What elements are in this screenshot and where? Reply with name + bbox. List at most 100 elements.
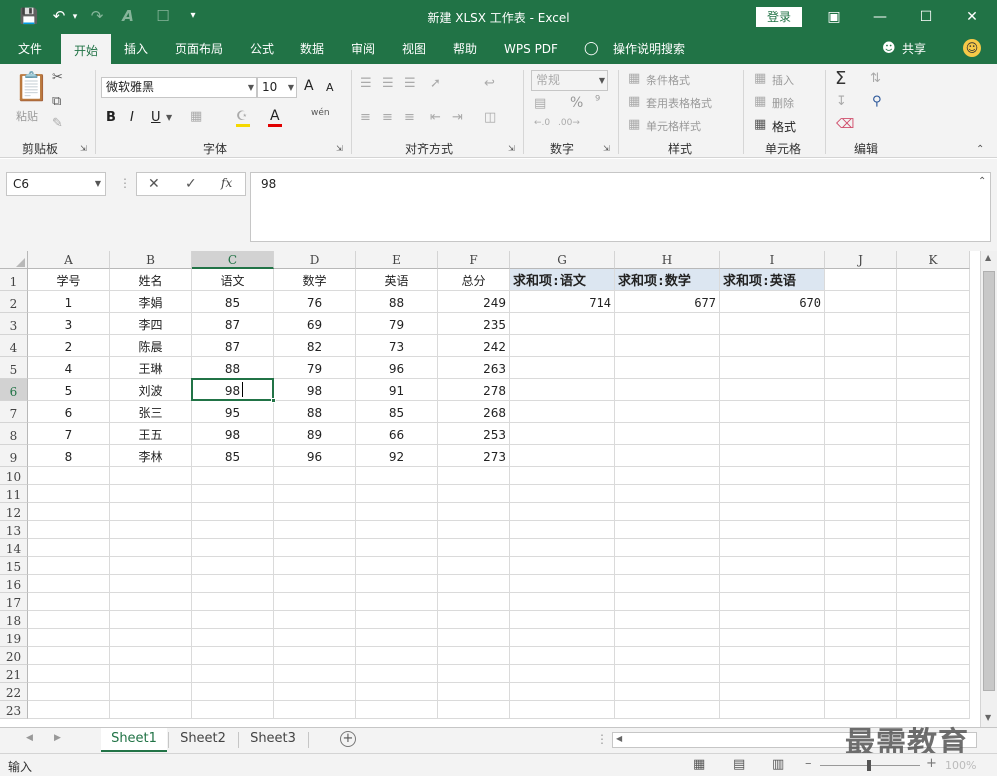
borders-icon[interactable]: ▦ <box>190 109 202 124</box>
increase-indent-icon[interactable]: ⇥ <box>452 110 463 125</box>
cell-b9[interactable]: 李林 <box>110 445 191 466</box>
zoom-in-icon[interactable]: + <box>926 756 937 771</box>
cell-d5[interactable]: 79 <box>274 357 355 378</box>
pivot-value-h[interactable]: 677 <box>615 291 719 312</box>
page-break-view-icon[interactable]: ▥ <box>772 757 784 772</box>
cell-f8[interactable]: 253 <box>438 423 509 444</box>
cut-icon[interactable]: ✂ <box>52 70 63 85</box>
cell-a4[interactable]: 2 <box>28 335 109 356</box>
row-header-5[interactable]: 5 <box>0 357 28 379</box>
comma-button[interactable]: ⁹ <box>595 94 600 109</box>
row-header-6[interactable]: 6 <box>0 379 28 401</box>
cell-a9[interactable]: 8 <box>28 445 109 466</box>
cell-a3[interactable]: 3 <box>28 313 109 334</box>
new-sheet-icon[interactable]: + <box>340 731 356 747</box>
tab-file[interactable]: 文件 <box>8 34 52 64</box>
tab-view[interactable]: 视图 <box>394 34 434 64</box>
align-top-icon[interactable]: ☰ <box>360 76 372 91</box>
column-header-k[interactable]: K <box>897 251 970 269</box>
worksheet-grid[interactable]: ABCDEFGHIJK 1 2 3 4 5 6 7 8 9 10 11 12 13 14 15 16 17 18 1… <box>0 251 980 727</box>
row-header-18[interactable]: 18 <box>0 611 28 629</box>
cell-c2[interactable]: 85 <box>192 291 273 312</box>
font-size-select[interactable]: 10 ▼ <box>257 77 297 98</box>
cell-styles-button[interactable]: 单元格样式 <box>646 118 701 134</box>
row-header-20[interactable]: 20 <box>0 647 28 665</box>
active-cell-c6[interactable] <box>191 378 276 403</box>
sheet-tab-splitter-icon[interactable]: ⋮ <box>596 732 608 746</box>
fill-icon[interactable]: ↧ <box>836 94 847 109</box>
column-header-h[interactable]: H <box>615 251 720 269</box>
cell-c9[interactable]: 85 <box>192 445 273 466</box>
merge-center-icon[interactable]: ◫ <box>484 110 496 125</box>
cell-d3[interactable]: 69 <box>274 313 355 334</box>
row-header-12[interactable]: 12 <box>0 503 28 521</box>
scroll-up-icon[interactable]: ▲ <box>985 253 991 262</box>
scroll-left-icon[interactable]: ◀ <box>616 734 622 743</box>
accounting-format-icon[interactable]: ▤ <box>534 96 546 111</box>
paste-icon[interactable]: 📋 <box>14 70 49 106</box>
cell-f5[interactable]: 263 <box>438 357 509 378</box>
cell-d8[interactable]: 89 <box>274 423 355 444</box>
increase-decimal-icon[interactable]: ←.0 <box>534 118 550 128</box>
format-painter-brush-icon[interactable]: ✎ <box>52 116 63 131</box>
decrease-decimal-icon[interactable]: .00→ <box>558 118 580 128</box>
cell-b7[interactable]: 张三 <box>110 401 191 422</box>
cell-f4[interactable]: 242 <box>438 335 509 356</box>
row-header-4[interactable]: 4 <box>0 335 28 357</box>
delete-cells-icon[interactable]: ▦ <box>754 94 766 109</box>
cell-b6[interactable]: 刘波 <box>110 379 191 400</box>
minimize-icon[interactable]: — <box>857 0 903 34</box>
row-header-14[interactable]: 14 <box>0 539 28 557</box>
cell-f9[interactable]: 273 <box>438 445 509 466</box>
enter-entry-button[interactable]: ✓ <box>185 176 197 192</box>
font-color-button[interactable]: A <box>270 108 280 124</box>
close-icon[interactable]: ✕ <box>949 0 995 34</box>
column-header-d[interactable]: D <box>274 251 356 269</box>
column-header-g[interactable]: G <box>510 251 615 269</box>
formula-input[interactable]: 98 <box>250 172 991 242</box>
underline-dropdown-icon[interactable]: ▼ <box>166 113 172 122</box>
row-header-23[interactable]: 23 <box>0 701 28 719</box>
tab-home[interactable]: 开始 <box>61 34 111 64</box>
percent-button[interactable]: % <box>570 95 583 111</box>
align-bottom-icon[interactable]: ☰ <box>404 76 416 91</box>
cell-b2[interactable]: 李娟 <box>110 291 191 312</box>
autosum-icon[interactable]: Σ <box>835 68 846 89</box>
align-middle-icon[interactable]: ☰ <box>382 76 394 91</box>
cell-e5[interactable]: 96 <box>356 357 437 378</box>
find-select-icon[interactable]: ⚲ <box>872 94 882 109</box>
vertical-scroll-thumb[interactable] <box>983 271 995 691</box>
cell-e7[interactable]: 85 <box>356 401 437 422</box>
cell-e8[interactable]: 66 <box>356 423 437 444</box>
tab-insert[interactable]: 插入 <box>116 34 156 64</box>
clear-icon[interactable]: ⌫ <box>836 117 854 132</box>
cell-d7[interactable]: 88 <box>274 401 355 422</box>
next-sheet-icon[interactable]: ▶ <box>54 733 61 743</box>
pivot-value-g[interactable]: 714 <box>510 291 614 312</box>
alignment-launcher-icon[interactable]: ⇲ <box>508 144 515 153</box>
tab-data[interactable]: 数据 <box>292 34 332 64</box>
number-launcher-icon[interactable]: ⇲ <box>603 144 610 153</box>
cell-d6[interactable]: 98 <box>274 379 355 400</box>
copy-icon[interactable]: ⧉ <box>52 94 61 109</box>
row-header-10[interactable]: 10 <box>0 467 28 485</box>
orientation-icon[interactable]: ➚ <box>430 76 441 91</box>
paste-label[interactable]: 粘贴 <box>16 108 38 124</box>
wrap-text-icon[interactable]: ↩ <box>484 76 495 91</box>
sort-filter-icon[interactable]: ⇅ <box>870 71 881 86</box>
cell-b8[interactable]: 王五 <box>110 423 191 444</box>
row-header-22[interactable]: 22 <box>0 683 28 701</box>
row-header-15[interactable]: 15 <box>0 557 28 575</box>
cell-c5[interactable]: 88 <box>192 357 273 378</box>
cell-a8[interactable]: 7 <box>28 423 109 444</box>
tell-me-search[interactable]: 操作说明搜索 <box>604 34 694 64</box>
row-header-21[interactable]: 21 <box>0 665 28 683</box>
zoom-level[interactable]: 100% <box>945 759 976 772</box>
cell-a2[interactable]: 1 <box>28 291 109 312</box>
collapse-ribbon-icon[interactable]: ⌃ <box>976 144 984 155</box>
number-format-select[interactable]: 常规 ▼ <box>531 70 608 91</box>
cell-c4[interactable]: 87 <box>192 335 273 356</box>
cancel-entry-button[interactable]: ✕ <box>148 176 160 192</box>
normal-view-icon[interactable]: ▦ <box>693 757 705 772</box>
collapse-formula-bar-icon[interactable]: ⌃ <box>978 176 986 187</box>
